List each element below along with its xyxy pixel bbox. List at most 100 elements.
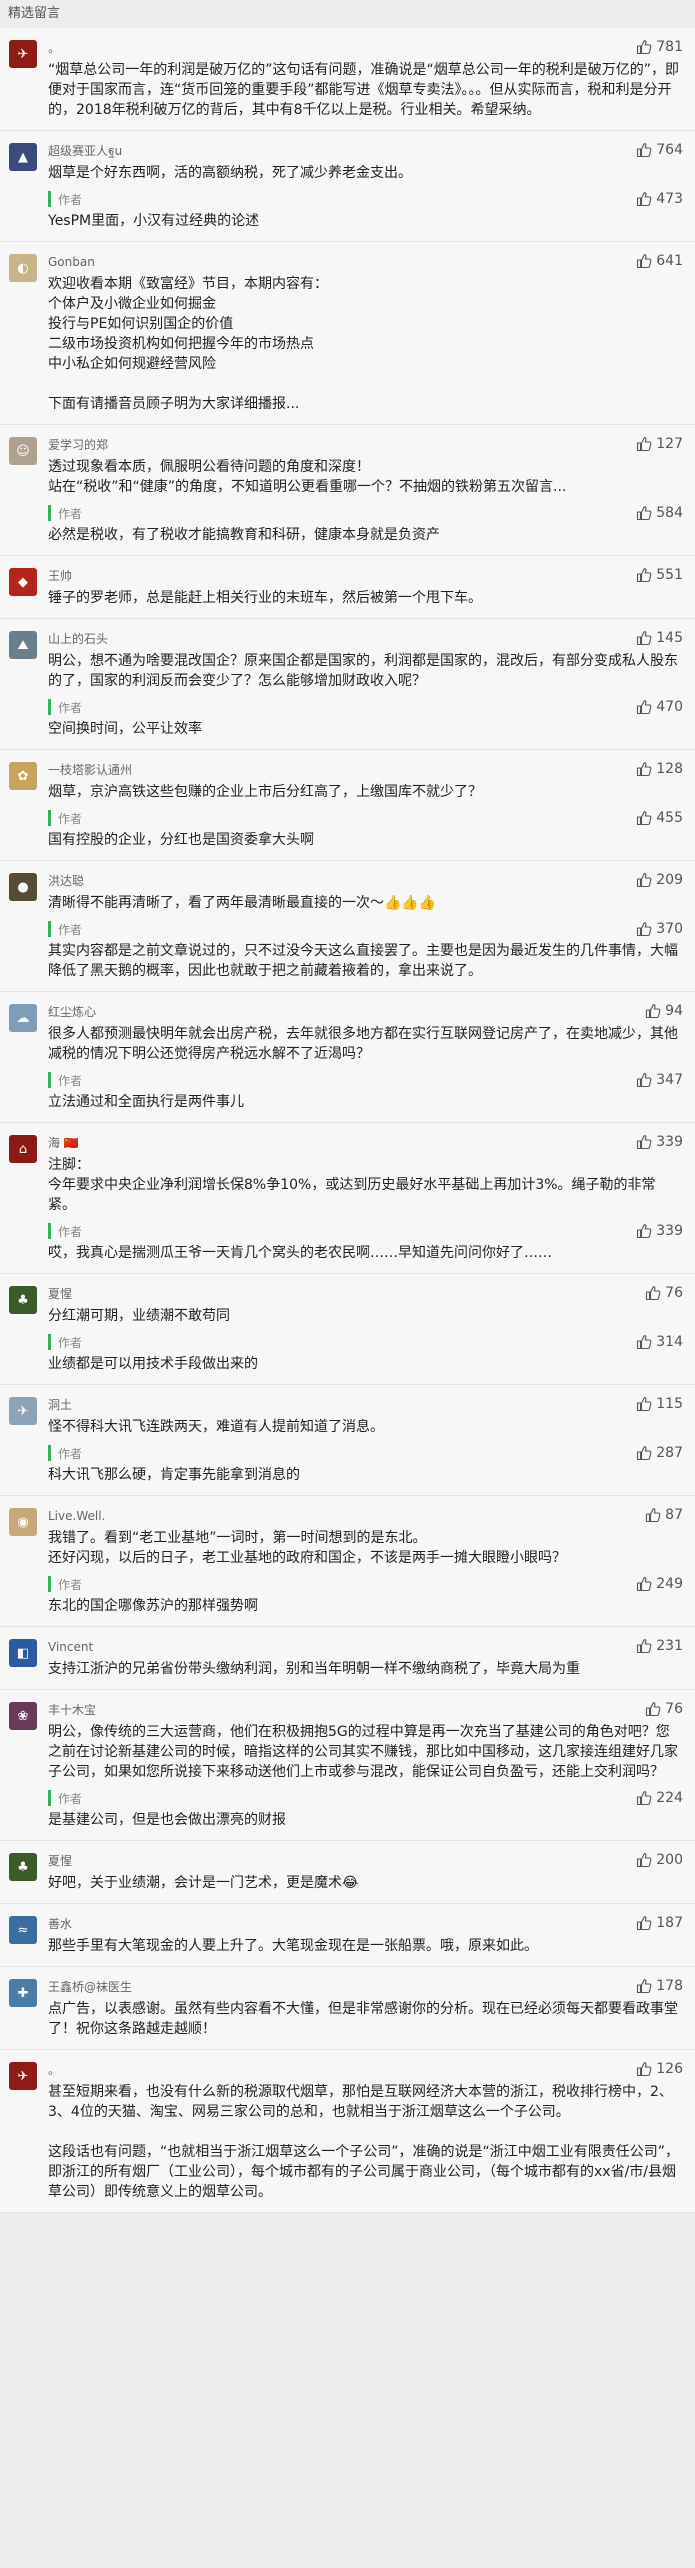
comment-nickname[interactable]: 王帅	[48, 566, 528, 586]
avatar[interactable]: ❀	[9, 1702, 37, 1730]
avatar[interactable]: ✿	[9, 762, 37, 790]
author-reply: 作者 287 科大讯飞那么硬，肯定事先能拿到消息的	[48, 1443, 683, 1485]
comment-nickname[interactable]: 一枝塔影认通州	[48, 760, 528, 780]
comment-nickname[interactable]: 。	[48, 2060, 528, 2080]
reply-like-button[interactable]: 287	[636, 1445, 683, 1461]
avatar[interactable]: ◆	[9, 568, 37, 596]
author-tag-label: 作者	[58, 1791, 83, 1806]
like-button[interactable]: 126	[636, 2061, 683, 2077]
avatar[interactable]: ⌂	[9, 1135, 37, 1163]
avatar[interactable]: ✚	[9, 1979, 37, 2007]
thumbs-up-icon	[637, 922, 652, 937]
like-button[interactable]: 128	[636, 761, 683, 777]
reply-like-button[interactable]: 470	[636, 699, 683, 715]
like-button[interactable]: 87	[645, 1507, 683, 1523]
comment-text: 怪不得科大讯飞连跌两天，难道有人提前知道了消息。	[48, 1419, 384, 1435]
comment-nickname[interactable]: 海 🇨🇳	[48, 1133, 528, 1153]
like-button[interactable]: 641	[636, 253, 683, 269]
like-button[interactable]: 231	[636, 1638, 683, 1654]
reply-like-button[interactable]: 455	[636, 810, 683, 826]
reply-like-button[interactable]: 347	[636, 1072, 683, 1088]
thumbs-up-icon	[637, 143, 652, 158]
comment-nickname[interactable]: 夏惺	[48, 1284, 528, 1304]
reply-like-button[interactable]: 314	[636, 1334, 683, 1350]
avatar[interactable]: ☺	[9, 437, 37, 465]
avatar[interactable]: ≈	[9, 1916, 37, 1944]
comment-item: ♣ 夏惺 200 好吧，关于业绩潮，会计是一门艺术，更是魔术😂	[0, 1841, 695, 1904]
comment-text: “烟草总公司一年的利润是破万亿的”这句话有问题，准确说是“烟草总公司一年的税利是…	[48, 62, 680, 118]
comment-item: ◧ Vincent 231 支持江浙沪的兄弟省份带头缴纳利润，别和当年明朝一样不缴纳商…	[0, 1627, 695, 1690]
avatar-image-icon: ✈	[17, 46, 29, 62]
reply-like-button[interactable]: 249	[636, 1576, 683, 1592]
reply-like-button[interactable]: 370	[636, 921, 683, 937]
like-button[interactable]: 781	[636, 39, 683, 55]
avatar-image-icon: ◆	[18, 574, 28, 590]
reply-like-button[interactable]: 584	[636, 505, 683, 521]
comment-nickname[interactable]: 洞土	[48, 1395, 528, 1415]
like-button[interactable]: 76	[645, 1285, 683, 1301]
avatar[interactable]: ⛰	[9, 631, 37, 659]
thumbs-up-icon	[637, 1791, 652, 1806]
comment-nickname[interactable]: 超级赛亚人ฐu	[48, 141, 528, 161]
comment-nickname[interactable]: 红尘炼心	[48, 1002, 528, 1022]
like-button[interactable]: 94	[645, 1003, 683, 1019]
reply-marker	[48, 505, 51, 521]
thumbs-up-icon	[637, 192, 652, 207]
like-button[interactable]: 76	[645, 1701, 683, 1717]
avatar[interactable]: ▲	[9, 143, 37, 171]
thumbs-up-icon	[646, 1004, 661, 1019]
reply-like-count: 473	[656, 191, 683, 207]
comment-text: 甚至短期来看，也没有什么新的税源取代烟草，那怕是互联网经济大本营的浙江，税收排行…	[48, 2084, 680, 2200]
like-button[interactable]: 187	[636, 1915, 683, 1931]
comment-text: 我错了。看到“老工业基地”一词时，第一时间想到的是东北。 还好闪现，以后的日子，…	[48, 1530, 566, 1566]
comment-nickname[interactable]: 。	[48, 38, 528, 58]
reply-marker	[48, 921, 51, 937]
avatar-image-icon: ❀	[17, 1708, 29, 1724]
like-button[interactable]: 200	[636, 1852, 683, 1868]
comment-item: ♣ 夏惺 76 分红潮可期，业绩潮不敢苟同 作者 314 业绩都是可以用技术手段做出来的	[0, 1274, 695, 1385]
thumbs-up-icon	[637, 1335, 652, 1350]
thumbs-up-icon	[637, 1224, 652, 1239]
comment-nickname[interactable]: 丰十木宝	[48, 1700, 528, 1720]
author-tag: 作者	[48, 1332, 681, 1352]
avatar[interactable]: ◐	[9, 254, 37, 282]
avatar-image-icon: ▲	[18, 149, 28, 165]
avatar[interactable]: ✈	[9, 1397, 37, 1425]
author-tag: 作者	[48, 189, 681, 209]
comment-nickname[interactable]: 爱学习的郑	[48, 435, 528, 455]
comment-nickname[interactable]: 夏惺	[48, 1851, 528, 1871]
comment-text: 分红潮可期，业绩潮不敢苟同	[48, 1308, 230, 1324]
reply-like-button[interactable]: 473	[636, 191, 683, 207]
reply-like-button[interactable]: 224	[636, 1790, 683, 1806]
avatar[interactable]: ✈	[9, 2062, 37, 2090]
avatar[interactable]: ✈	[9, 40, 37, 68]
avatar[interactable]: ●	[9, 873, 37, 901]
avatar[interactable]: ♣	[9, 1853, 37, 1881]
reply-like-button[interactable]: 339	[636, 1223, 683, 1239]
comment-nickname[interactable]: Live.Well.	[48, 1506, 528, 1526]
avatar[interactable]: ♣	[9, 1286, 37, 1314]
avatar[interactable]: ◉	[9, 1508, 37, 1536]
avatar[interactable]: ◧	[9, 1639, 37, 1667]
comment-nickname[interactable]: 善水	[48, 1914, 528, 1934]
like-button[interactable]: 551	[636, 567, 683, 583]
like-button[interactable]: 764	[636, 142, 683, 158]
comment-text: 好吧，关于业绩潮，会计是一门艺术，更是魔术😂	[48, 1875, 359, 1891]
comment-nickname[interactable]: Gonban	[48, 252, 528, 272]
like-button[interactable]: 145	[636, 630, 683, 646]
reply-like-count: 314	[656, 1334, 683, 1350]
like-button[interactable]: 339	[636, 1134, 683, 1150]
comment-nickname[interactable]: Vincent	[48, 1637, 528, 1657]
avatar[interactable]: ☁	[9, 1004, 37, 1032]
author-tag-label: 作者	[58, 700, 83, 715]
like-count: 87	[665, 1507, 683, 1523]
like-button[interactable]: 115	[636, 1396, 683, 1412]
like-button[interactable]: 178	[636, 1978, 683, 1994]
comment-nickname[interactable]: 洪达聪	[48, 871, 528, 891]
like-button[interactable]: 127	[636, 436, 683, 452]
comment-nickname[interactable]: 山上的石头	[48, 629, 528, 649]
avatar-image-icon: ☁	[16, 1010, 30, 1026]
thumbs-up-icon	[637, 762, 652, 777]
comment-nickname[interactable]: 王鑫桥@袜医生	[48, 1977, 528, 1997]
like-button[interactable]: 209	[636, 872, 683, 888]
